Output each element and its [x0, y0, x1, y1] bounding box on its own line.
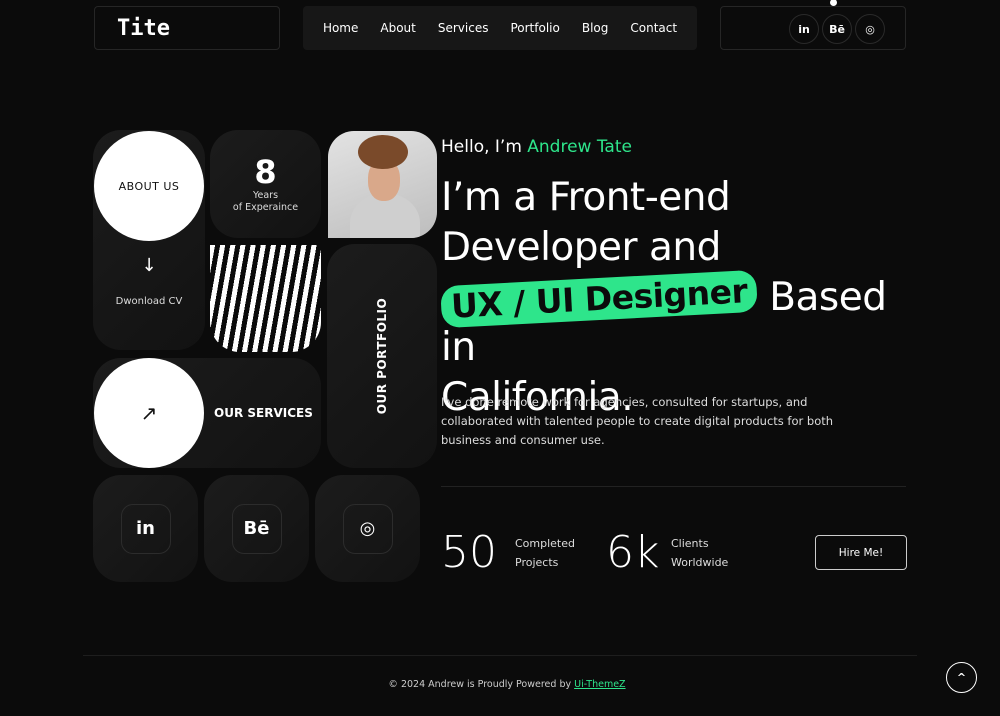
arrow-down-icon: ↓: [141, 255, 157, 276]
stat-label: Clients Worldwide: [671, 537, 729, 569]
nav-blog[interactable]: Blog: [582, 21, 609, 35]
experience-label: of Experaince: [232, 202, 299, 213]
dribbble-card[interactable]: ◎: [315, 475, 420, 582]
stat-value: 50: [441, 527, 497, 578]
nav-home[interactable]: Home: [323, 21, 358, 35]
behance-icon[interactable]: Bē: [822, 14, 852, 44]
headline-line: I’m a Front-end: [441, 175, 731, 220]
highlight-badge: UX / UI Designer: [440, 269, 759, 329]
arrow-up-right-icon[interactable]: ↗: [94, 358, 204, 468]
nav-portfolio[interactable]: Portfolio: [510, 21, 559, 35]
portfolio-card[interactable]: OUR PORTFOLIO: [327, 244, 437, 468]
nav-contact[interactable]: Contact: [630, 21, 677, 35]
footer-text: © 2024 Andrew is Proudly Powered by Ui-T…: [388, 679, 626, 690]
stat-label: Completed Projects: [515, 537, 575, 569]
footer-divider: [83, 655, 917, 656]
portfolio-label: OUR PORTFOLIO: [375, 297, 389, 415]
nav-services[interactable]: Services: [438, 21, 489, 35]
headline: I’m a Front-end Developer and UX / UI De…: [440, 173, 911, 423]
chevron-up-icon: ^: [956, 671, 967, 684]
linkedin-card[interactable]: in: [93, 475, 198, 582]
years-label: Years: [252, 190, 279, 201]
nav-about[interactable]: About: [380, 21, 415, 35]
dribbble-icon[interactable]: ◎: [342, 503, 393, 554]
behance-icon[interactable]: Bē: [231, 503, 282, 554]
header-social: in Bē ◎: [720, 6, 906, 50]
linkedin-icon[interactable]: in: [789, 14, 819, 44]
services-label: OUR SERVICES: [214, 406, 313, 420]
years-number: 8: [254, 153, 277, 191]
wave-pattern-image: [210, 245, 321, 352]
linkedin-icon[interactable]: in: [120, 503, 171, 554]
download-cv-label: Dwonload CV: [115, 296, 183, 307]
main-nav: Home About Services Portfolio Blog Conta…: [303, 6, 697, 50]
about-us-button[interactable]: ABOUT US: [94, 131, 204, 241]
behance-card[interactable]: Bē: [204, 475, 309, 582]
dribbble-icon[interactable]: ◎: [855, 14, 885, 44]
headline-line: UX / UI Designer Based in: [440, 269, 911, 373]
headline-line: Developer and: [441, 225, 721, 270]
experience-card: 8 Years of Experaince: [210, 130, 321, 238]
greeting: Hello, I’m Andrew Tate: [441, 137, 632, 157]
divider: [441, 486, 906, 487]
profile-photo: [328, 131, 437, 238]
logo[interactable]: Tite: [94, 6, 280, 50]
stat-value: 6k: [606, 527, 660, 578]
scroll-top-button[interactable]: ^: [946, 662, 977, 693]
footer-link[interactable]: Ui-ThemeZ: [574, 679, 625, 690]
hire-me-button[interactable]: Hire Me!: [815, 535, 907, 570]
name: Andrew Tate: [527, 137, 632, 157]
greeting-text: Hello, I’m: [441, 137, 528, 157]
description: I've done remote work for agencies, cons…: [441, 395, 834, 447]
